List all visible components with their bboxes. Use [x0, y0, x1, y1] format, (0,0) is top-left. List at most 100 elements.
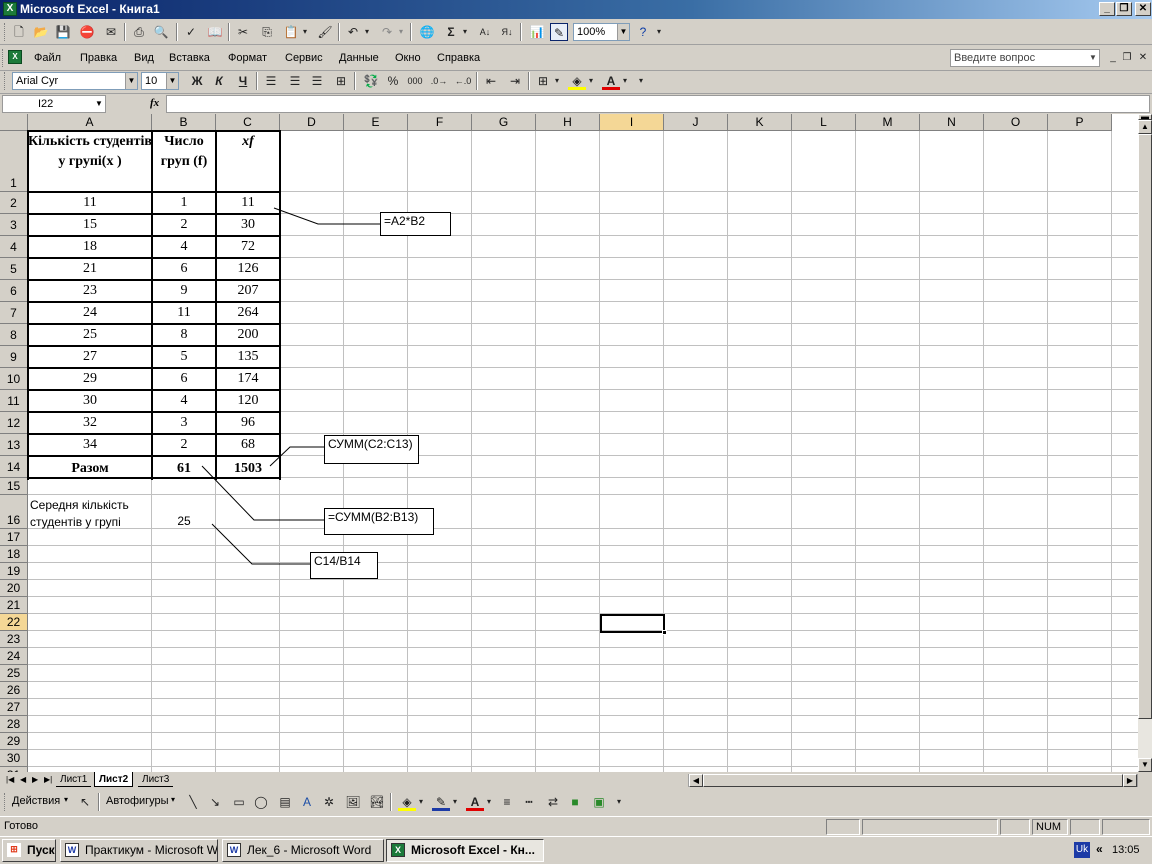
picture-icon[interactable]: 🏞: [368, 793, 386, 811]
fill-color-icon[interactable]: ◈: [398, 793, 416, 811]
restore-button[interactable]: ❐: [1116, 2, 1132, 16]
fx-icon[interactable]: fx: [150, 97, 159, 109]
line-style-icon[interactable]: ≡: [498, 793, 516, 811]
name-box[interactable]: I22 ▼: [2, 95, 106, 113]
formula-input[interactable]: [166, 95, 1150, 113]
autosum-icon[interactable]: Σ: [442, 23, 460, 41]
tab-sheet1[interactable]: Лист1: [56, 772, 92, 787]
hyperlink-icon[interactable]: 🌐: [418, 23, 436, 41]
borders-dropdown-icon[interactable]: ▾: [552, 72, 562, 90]
borders-icon[interactable]: ⊞: [534, 72, 552, 90]
workbook-icon[interactable]: X: [8, 50, 22, 64]
print-preview-icon[interactable]: 🔍: [152, 23, 170, 41]
oval-icon[interactable]: ◯: [252, 793, 270, 811]
spreadsheet-grid[interactable]: ABCDEFGHIJKLMNOP 1 2 3 4 5 6 7 8 9 10 11 12 13 14 15 16…: [0, 114, 1138, 772]
tab-sheet2[interactable]: Лист2: [94, 772, 134, 787]
align-center-icon[interactable]: ☰: [286, 72, 304, 90]
doc-close-icon[interactable]: ✕: [1134, 49, 1152, 67]
scroll-right-icon[interactable]: ▶: [1123, 774, 1137, 787]
line-icon[interactable]: ╲: [184, 793, 202, 811]
decrease-decimal-icon[interactable]: ←.0: [454, 72, 472, 90]
close-button[interactable]: ✕: [1135, 2, 1151, 16]
scroll-up-icon[interactable]: ▲: [1138, 120, 1152, 134]
font-color-icon[interactable]: A: [466, 793, 484, 811]
clipart-icon[interactable]: 🖼: [344, 793, 362, 811]
autosum-dropdown-icon[interactable]: ▾: [460, 23, 470, 41]
print-icon[interactable]: ⎙: [130, 23, 148, 41]
underline-button[interactable]: Ч: [234, 72, 252, 90]
research-icon[interactable]: 📖: [206, 23, 224, 41]
textbox-icon[interactable]: ▤: [276, 793, 294, 811]
sort-descending-icon[interactable]: Я↓: [498, 23, 516, 41]
arrow-style-icon[interactable]: ⇄: [544, 793, 562, 811]
rectangle-icon[interactable]: ▭: [230, 793, 248, 811]
redo-dropdown-icon[interactable]: ▾: [396, 23, 406, 41]
formula-callout-b16[interactable]: C14/B14: [310, 552, 378, 579]
3d-icon[interactable]: ▣: [590, 793, 608, 811]
actions-menu[interactable]: Действия: [12, 795, 60, 807]
open-icon[interactable]: 📂: [32, 23, 50, 41]
line-color-icon[interactable]: ✎: [432, 793, 450, 811]
paste-icon[interactable]: 📋: [282, 23, 300, 41]
language-indicator[interactable]: Uk: [1074, 842, 1090, 858]
chart-wizard-icon[interactable]: 📊: [528, 23, 546, 41]
fill-dropdown-icon[interactable]: ▾: [416, 793, 426, 811]
formula-callout-c14[interactable]: СУММ(C2:C13): [324, 435, 419, 464]
merge-center-icon[interactable]: ⊞: [332, 72, 350, 90]
show-hidden-icons-icon[interactable]: «: [1096, 842, 1103, 856]
decrease-indent-icon[interactable]: ⇤: [482, 72, 500, 90]
align-left-icon[interactable]: ☰: [262, 72, 280, 90]
drawing-toggle-icon[interactable]: ✎: [550, 23, 568, 41]
task-word-lecture[interactable]: W Лек_6 - Microsoft Word: [222, 839, 384, 862]
tab-sheet3[interactable]: Лист3: [138, 772, 174, 787]
font-color-icon[interactable]: A: [602, 72, 620, 90]
task-excel[interactable]: X Microsoft Excel - Кн...: [386, 839, 544, 862]
ask-question-input[interactable]: Введите вопрос ▼: [950, 49, 1100, 67]
currency-icon[interactable]: 💱: [362, 72, 380, 90]
format-painter-icon[interactable]: 🖌: [316, 23, 334, 41]
formula-callout-b14[interactable]: =СУММ(B2:B13): [324, 508, 434, 535]
email-icon[interactable]: ✉: [102, 23, 120, 41]
permission-icon[interactable]: ⛔: [78, 23, 96, 41]
scroll-left-icon[interactable]: ◀: [689, 774, 703, 787]
undo-dropdown-icon[interactable]: ▾: [362, 23, 372, 41]
autoshapes-menu[interactable]: Автофигуры: [106, 795, 169, 807]
sort-ascending-icon[interactable]: A↓: [476, 23, 494, 41]
fill-dropdown-icon[interactable]: ▾: [586, 72, 596, 90]
h-scroll-thumb[interactable]: [703, 774, 1123, 787]
formula-callout-c2[interactable]: =A2*B2: [380, 212, 451, 236]
scroll-thumb[interactable]: [1138, 134, 1152, 719]
redo-icon[interactable]: ↷: [378, 23, 396, 41]
select-objects-icon[interactable]: ↖: [76, 793, 94, 811]
align-right-icon[interactable]: ☰: [308, 72, 326, 90]
horizontal-scrollbar[interactable]: ◀ ▶: [688, 774, 1138, 787]
zoom-select[interactable]: 100% ▼: [573, 23, 630, 41]
font-select[interactable]: Arial Cyr ▼: [12, 72, 138, 90]
percent-button[interactable]: %: [384, 72, 402, 90]
shadow-icon[interactable]: ■: [566, 793, 584, 811]
scroll-down-icon[interactable]: ▼: [1138, 758, 1152, 772]
font-color-dropdown-icon[interactable]: ▾: [484, 793, 494, 811]
italic-button[interactable]: К: [210, 72, 228, 90]
fill-color-icon[interactable]: ◈: [568, 72, 586, 90]
increase-decimal-icon[interactable]: .0→: [430, 72, 448, 90]
increase-indent-icon[interactable]: ⇥: [506, 72, 524, 90]
dash-style-icon[interactable]: ┅: [520, 793, 538, 811]
line-color-dropdown-icon[interactable]: ▾: [450, 793, 460, 811]
copy-icon[interactable]: ⎘: [258, 23, 276, 41]
save-icon[interactable]: 💾: [54, 23, 72, 41]
diagram-icon[interactable]: ✲: [320, 793, 338, 811]
cut-icon[interactable]: ✂: [234, 23, 252, 41]
new-icon[interactable]: 🗋: [10, 23, 28, 41]
last-sheet-icon[interactable]: ▶|: [40, 772, 56, 787]
font-size-select[interactable]: 10 ▼: [141, 72, 179, 90]
task-word-practicum[interactable]: W Практикум - Microsoft W...: [60, 839, 218, 862]
start-button[interactable]: ⊞ Пуск: [2, 839, 56, 862]
wordart-icon[interactable]: A: [298, 793, 316, 811]
toolbar-options-icon[interactable]: ▾: [636, 72, 646, 90]
spelling-icon[interactable]: ✓: [182, 23, 200, 41]
vertical-scrollbar[interactable]: ▬ ▲ ▼: [1138, 113, 1152, 772]
help-icon[interactable]: ?: [634, 23, 652, 41]
thousands-button[interactable]: 000: [406, 72, 424, 90]
paste-dropdown-icon[interactable]: ▾: [300, 23, 310, 41]
